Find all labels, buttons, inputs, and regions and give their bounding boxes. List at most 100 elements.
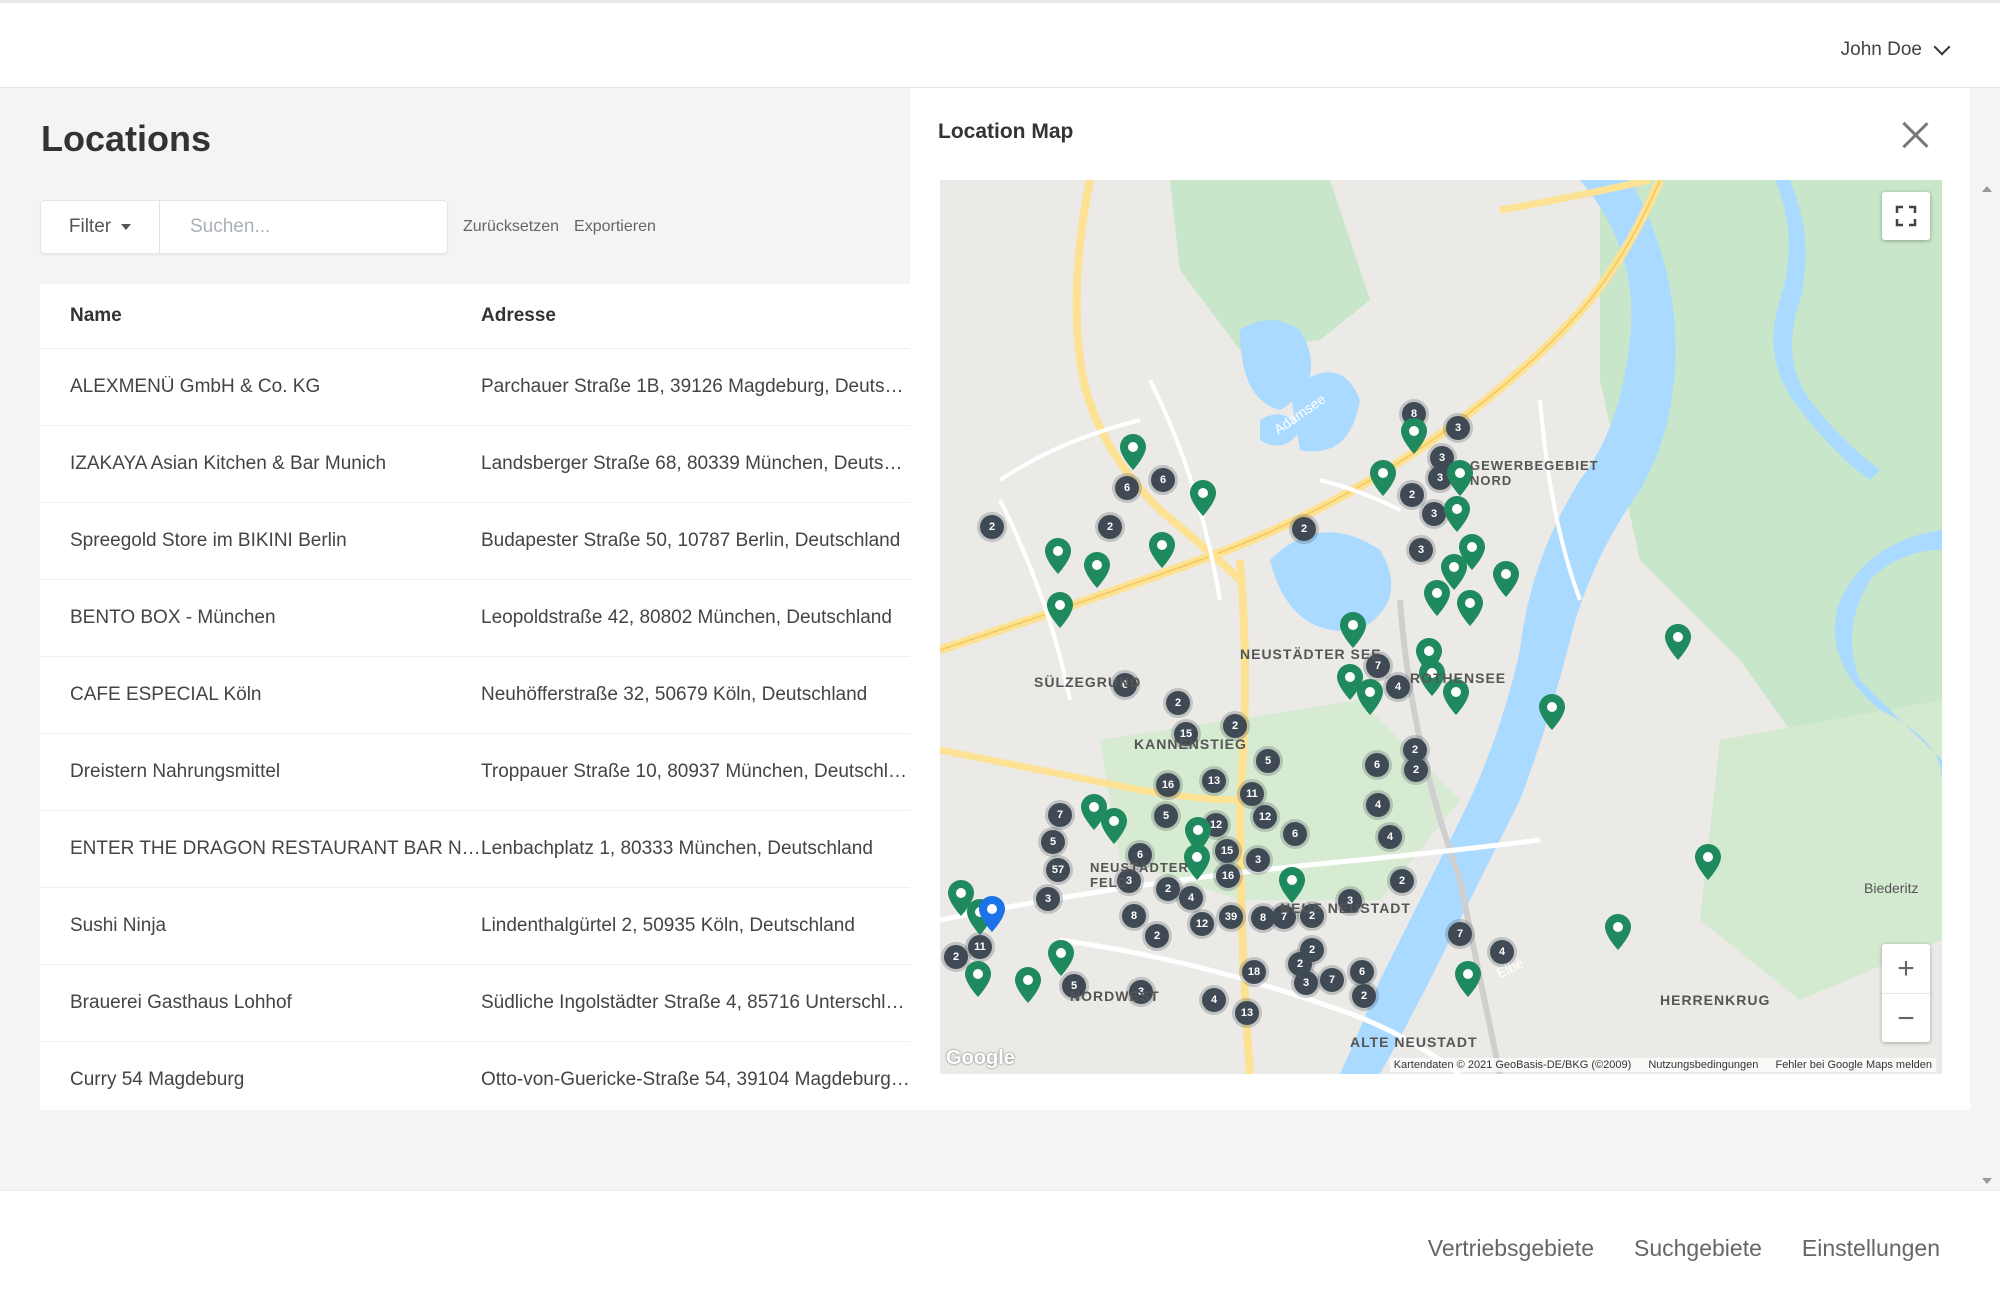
export-link[interactable]: Exportieren — [574, 218, 656, 236]
map-cluster-marker[interactable]: 6 — [1283, 822, 1307, 846]
map-location-pin[interactable] — [1665, 624, 1691, 660]
fullscreen-button[interactable] — [1882, 192, 1930, 240]
map-cluster-marker[interactable]: 8 — [1122, 904, 1146, 928]
map-cluster-marker[interactable]: 13 — [1202, 769, 1226, 793]
table-row[interactable]: CAFE ESPECIAL Köln Neuhöfferstraße 32, 50… — [40, 657, 910, 734]
map-location-pin[interactable] — [1457, 590, 1483, 626]
zoom-out-button[interactable]: − — [1882, 993, 1930, 1043]
map-cluster-marker[interactable]: 3 — [1246, 848, 1270, 872]
map-location-pin[interactable] — [1605, 914, 1631, 950]
map-cluster-marker[interactable]: 2 — [1352, 984, 1376, 1008]
map-cluster-marker[interactable]: 2 — [1145, 924, 1169, 948]
map-cluster-marker[interactable]: 7 — [1320, 968, 1344, 992]
map-cluster-marker[interactable]: 12 — [1190, 912, 1214, 936]
map-cluster-marker[interactable]: 6 — [1151, 468, 1175, 492]
map-cluster-marker[interactable]: 3 — [1294, 971, 1318, 995]
map-cluster-marker[interactable]: 4 — [1378, 825, 1402, 849]
map-location-pin[interactable] — [1695, 844, 1721, 880]
map-location-pin[interactable] — [1539, 694, 1565, 730]
table-row[interactable]: Brauerei Gasthaus Lohhof Südliche Ingolst… — [40, 965, 910, 1042]
table-row[interactable]: Curry 54 Magdeburg Otto-von-Guericke-Stra… — [40, 1042, 910, 1110]
filter-button[interactable]: Filter — [40, 200, 160, 254]
table-row[interactable]: IZAKAYA Asian Kitchen & Bar Munich Landsb… — [40, 426, 910, 503]
map-location-pin[interactable] — [1401, 418, 1427, 454]
table-row[interactable]: ENTER THE DRAGON RESTAURANT BAR NACHTCLU… — [40, 811, 910, 888]
column-header-name[interactable]: Name — [40, 305, 481, 327]
map-location-pin[interactable] — [1279, 867, 1305, 903]
user-menu[interactable]: John Doe — [1841, 38, 1951, 61]
map-location-pin[interactable] — [1190, 480, 1216, 516]
footer-link-einstellungen[interactable]: Einstellungen — [1802, 1235, 1940, 1262]
map-cluster-marker[interactable]: 5 — [1256, 749, 1280, 773]
map-pin-icon — [1455, 961, 1481, 997]
map-cluster-marker[interactable]: 18 — [1242, 960, 1266, 984]
map-location-pin[interactable] — [965, 961, 991, 997]
map-cluster-marker[interactable]: 2 — [1223, 714, 1247, 738]
map-cluster-marker[interactable]: 3 — [1036, 887, 1060, 911]
scroll-down-arrow[interactable] — [1982, 1178, 1992, 1184]
map-cluster-marker[interactable]: 3 — [1409, 538, 1433, 562]
footer-link-vertriebsgebiete[interactable]: Vertriebsgebiete — [1428, 1235, 1594, 1262]
map-cluster-marker[interactable]: 2 — [1292, 517, 1316, 541]
map-cluster-marker[interactable]: 15 — [1215, 839, 1239, 863]
map-location-pin[interactable] — [1424, 580, 1450, 616]
map-location-pin[interactable] — [1444, 496, 1470, 532]
map-cluster-marker[interactable]: 13 — [1235, 1001, 1259, 1025]
map-canvas[interactable]: 8 3 3 3 2 6 6 3 2 3 2 2 7 6 4 2 15 2 5 6 16 13 11 2 2 4 7 12 12 6 5 5 15… — [940, 180, 1942, 1074]
close-icon[interactable] — [1900, 120, 1930, 150]
map-cluster-marker[interactable]: 12 — [1253, 805, 1277, 829]
table-row[interactable]: BENTO BOX - München Leopoldstraße 42, 808… — [40, 580, 910, 657]
terms-link[interactable]: Nutzungsbedingungen — [1648, 1059, 1758, 1071]
zoom-in-button[interactable]: + — [1882, 944, 1930, 993]
map-cluster-marker[interactable]: 11 — [1240, 782, 1264, 806]
map-cluster-marker[interactable]: 5 — [1154, 804, 1178, 828]
table-row[interactable]: Spreegold Store im BIKINI Berlin Budapest… — [40, 503, 910, 580]
map-location-pin[interactable] — [1101, 808, 1127, 844]
map-cluster-marker[interactable]: 6 — [1115, 476, 1139, 500]
map-cluster-marker[interactable]: 5 — [1041, 830, 1065, 854]
map-cluster-marker[interactable]: 2 — [1404, 758, 1428, 782]
reset-link[interactable]: Zurücksetzen — [463, 218, 559, 236]
map-cluster-marker[interactable]: 2 — [1166, 691, 1190, 715]
map-cluster-marker[interactable]: 57 — [1046, 858, 1070, 882]
map-cluster-marker[interactable]: 39 — [1219, 905, 1243, 929]
map-cluster-marker[interactable]: 2 — [1400, 483, 1424, 507]
map-location-pin[interactable] — [1048, 940, 1074, 976]
map-selected-pin[interactable] — [979, 896, 1005, 932]
map-cluster-marker[interactable]: 7 — [1048, 803, 1072, 827]
map-cluster-marker[interactable]: 2 — [1098, 515, 1122, 539]
map-cluster-marker[interactable]: 4 — [1386, 675, 1410, 699]
table-row[interactable]: ALEXMENÜ GmbH & Co. KG Parchauer Straße 1… — [40, 349, 910, 426]
column-header-address[interactable]: Adresse — [481, 305, 910, 327]
map-cluster-marker[interactable]: 11 — [968, 935, 992, 959]
map-location-pin[interactable] — [1370, 460, 1396, 496]
map-cluster-marker[interactable]: 4 — [1366, 793, 1390, 817]
map-cluster-marker[interactable]: 7 — [1448, 922, 1472, 946]
map-location-pin[interactable] — [1357, 679, 1383, 715]
map-location-pin[interactable] — [1455, 961, 1481, 997]
report-error-link[interactable]: Fehler bei Google Maps melden — [1775, 1059, 1932, 1071]
map-location-pin[interactable] — [1120, 434, 1146, 470]
map-location-pin[interactable] — [1045, 538, 1071, 574]
map-cluster-marker[interactable]: 16 — [1156, 773, 1180, 797]
table-row[interactable]: Sushi Ninja Lindenthalgürtel 2, 50935 Köl… — [40, 888, 910, 965]
map-location-pin[interactable] — [1084, 552, 1110, 588]
map-location-pin[interactable] — [1047, 592, 1073, 628]
map-cluster-marker[interactable]: 2 — [1390, 869, 1414, 893]
map-cluster-marker[interactable]: 4 — [1202, 988, 1226, 1012]
map-location-pin[interactable] — [1493, 561, 1519, 597]
search-input[interactable] — [160, 200, 448, 254]
table-row[interactable]: Dreistern Nahrungsmittel Troppauer Straße… — [40, 734, 910, 811]
map-cluster-marker[interactable]: 6 — [1365, 753, 1389, 777]
map-location-pin[interactable] — [1015, 967, 1041, 1003]
map-cluster-marker[interactable]: 3 — [1446, 416, 1470, 440]
map-cluster-marker[interactable]: 3 — [1422, 502, 1446, 526]
table-header: Name Adresse — [40, 284, 910, 349]
footer-link-suchgebiete[interactable]: Suchgebiete — [1634, 1235, 1762, 1262]
map-cluster-marker[interactable]: 16 — [1216, 864, 1240, 888]
map-location-pin[interactable] — [1149, 532, 1175, 568]
map-location-pin[interactable] — [1340, 612, 1366, 648]
map-cluster-marker[interactable]: 2 — [980, 515, 1004, 539]
scroll-up-arrow[interactable] — [1982, 186, 1992, 192]
map-cluster-marker[interactable]: 6 — [1350, 960, 1374, 984]
